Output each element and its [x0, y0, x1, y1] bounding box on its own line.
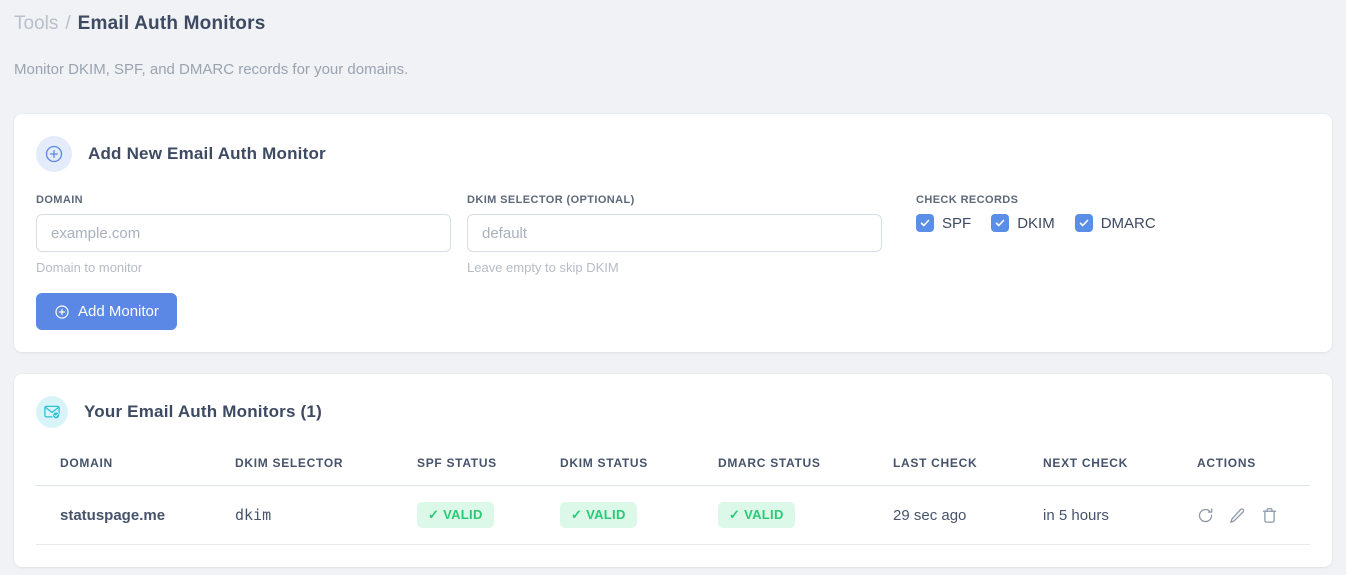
page-header: Tools / Email Auth Monitors Monitor DKIM, …	[14, 12, 1332, 78]
page-title: Email Auth Monitors	[77, 13, 266, 34]
check-records-label: CHECK RECORDS	[916, 194, 1019, 206]
monitor-spf-status-cell: ✓ VALID	[393, 485, 536, 545]
dkim-selector-input[interactable]	[467, 214, 882, 252]
check-icon	[1079, 219, 1088, 227]
spf-checkbox-label: SPF	[942, 214, 972, 232]
column-header-last-check: LAST CHECK	[869, 440, 1019, 486]
column-header-spf-status: SPF STATUS	[393, 440, 536, 486]
monitor-last-check: 29 sec ago	[869, 485, 1019, 545]
column-header-dkim-status: DKIM STATUS	[536, 440, 694, 486]
dkim-checkbox-option[interactable]: DKIM	[991, 214, 1055, 232]
dkim-checkbox-label: DKIM	[1017, 214, 1055, 232]
check-records-options: SPF DKIM DMARC	[916, 214, 1156, 232]
dkim-selector-label: DKIM SELECTOR (OPTIONAL)	[467, 194, 635, 206]
add-monitor-form: DOMAIN Domain to monitor DKIM SELECTOR (…	[36, 194, 1310, 275]
column-header-dkim-selector: DKIM SELECTOR	[211, 440, 393, 486]
dmarc-status-badge: ✓ VALID	[718, 502, 795, 528]
domain-input[interactable]	[36, 214, 451, 252]
column-header-domain: DOMAIN	[36, 440, 211, 486]
envelope-check-icon	[36, 396, 68, 428]
dkim-selector-helper-text: Leave empty to skip DKIM	[467, 260, 619, 275]
check-icon	[920, 219, 930, 227]
circle-plus-icon	[55, 304, 69, 319]
domain-label: DOMAIN	[36, 194, 84, 206]
monitor-dkim-status-cell: ✓ VALID	[536, 485, 694, 545]
dmarc-checkbox[interactable]	[1074, 214, 1093, 232]
monitor-dmarc-status-cell: ✓ VALID	[694, 485, 869, 545]
add-monitor-card-header: Add New Email Auth Monitor	[36, 136, 1310, 172]
breadcrumb-tools-link[interactable]: Tools	[14, 13, 58, 34]
row-actions	[1197, 507, 1306, 524]
column-header-dmarc-status: DMARC STATUS	[694, 440, 869, 486]
monitors-table: DOMAIN DKIM SELECTOR SPF STATUS DKIM STA…	[36, 440, 1310, 545]
dkim-checkbox[interactable]	[991, 214, 1010, 232]
domain-helper-text: Domain to monitor	[36, 260, 143, 275]
breadcrumb: Tools / Email Auth Monitors	[14, 12, 1332, 36]
refresh-icon[interactable]	[1197, 507, 1214, 524]
spf-checkbox-option[interactable]: SPF	[916, 214, 971, 232]
check-records-group: CHECK RECORDS SPF DKIM DMARC	[916, 194, 1156, 232]
monitor-next-check: in 5 hours	[1019, 485, 1173, 545]
add-monitor-button[interactable]: Add Monitor	[36, 293, 177, 330]
monitor-actions-cell	[1173, 485, 1310, 545]
monitors-table-head: DOMAIN DKIM SELECTOR SPF STATUS DKIM STA…	[36, 440, 1310, 486]
dkim-selector-field-group: DKIM SELECTOR (OPTIONAL) Leave empty to …	[467, 194, 882, 275]
breadcrumb-separator: /	[65, 13, 71, 34]
table-row: statuspage.me dkim ✓ VALID ✓ VALID ✓ VAL…	[36, 485, 1310, 545]
monitors-card: Your Email Auth Monitors (1) DOMAIN DKIM…	[14, 374, 1332, 567]
monitor-domain: statuspage.me	[36, 485, 211, 545]
spf-status-badge: ✓ VALID	[417, 502, 494, 528]
email-auth-monitors-page: Tools / Email Auth Monitors Monitor DKIM, …	[0, 0, 1346, 567]
add-monitor-card-title: Add New Email Auth Monitor	[88, 144, 326, 163]
check-icon	[995, 219, 1005, 227]
column-header-next-check: NEXT CHECK	[1019, 440, 1173, 486]
monitors-card-header: Your Email Auth Monitors (1)	[36, 396, 1310, 428]
dmarc-checkbox-label: DMARC	[1100, 214, 1156, 232]
page-subtitle: Monitor DKIM, SPF, and DMARC records for…	[14, 61, 409, 78]
add-monitor-card: Add New Email Auth Monitor DOMAIN Domain…	[14, 114, 1332, 352]
delete-icon[interactable]	[1261, 507, 1278, 524]
monitors-table-body: statuspage.me dkim ✓ VALID ✓ VALID ✓ VAL…	[36, 485, 1310, 545]
circle-plus-icon	[36, 136, 72, 172]
domain-field-group: DOMAIN Domain to monitor	[36, 194, 451, 275]
monitor-dkim-selector: dkim	[211, 485, 393, 545]
spf-checkbox[interactable]	[916, 214, 934, 232]
monitors-card-title: Your Email Auth Monitors (1)	[84, 402, 322, 421]
dkim-status-badge: ✓ VALID	[560, 502, 637, 528]
add-monitor-button-label: Add Monitor	[78, 303, 159, 320]
edit-icon[interactable]	[1229, 507, 1246, 524]
dmarc-checkbox-option[interactable]: DMARC	[1074, 214, 1156, 232]
column-header-actions: ACTIONS	[1173, 440, 1310, 486]
